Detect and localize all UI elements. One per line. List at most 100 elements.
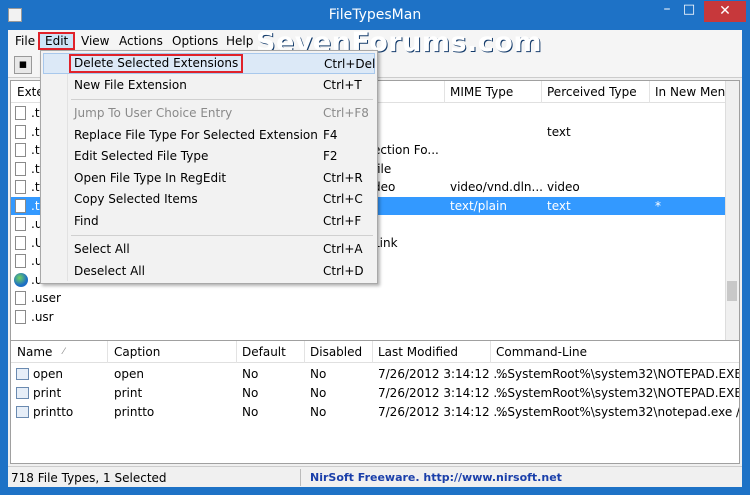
col-caption[interactable]: Caption <box>114 345 160 359</box>
menu-item-label: New File Extension <box>74 77 187 92</box>
col-default[interactable]: Default <box>242 345 286 359</box>
cell-caption: print <box>114 386 143 400</box>
menu-item-shortcut: Ctrl+Del <box>324 57 376 71</box>
cell-mime-type: text/plain <box>450 198 507 213</box>
menu-item-shortcut: Ctrl+T <box>323 77 362 92</box>
cell-command-line: %SystemRoot%\system32\notepad.exe /pt "%… <box>496 405 740 419</box>
file-type-row[interactable]: .user <box>11 289 727 307</box>
nirsoft-link[interactable]: NirSoft Freeware. http://www.nirsoft.net <box>310 471 562 484</box>
file-icon <box>15 106 26 120</box>
menu-item-label: Deselect All <box>74 263 145 278</box>
cell-perceived-type: video <box>547 180 580 194</box>
link-icon <box>15 235 26 250</box>
menu-item-shortcut: Ctrl+F <box>323 213 362 228</box>
save-icon[interactable]: ▪ <box>14 56 32 74</box>
menu-item-select-all[interactable]: Select All Ctrl+A <box>43 239 375 260</box>
actions-list[interactable]: Name ⁄ Caption Default Disabled Last Mod… <box>10 340 740 464</box>
menu-separator <box>71 235 373 236</box>
menu-item-delete-selected-extensions[interactable]: Delete Selected Extensions Ctrl+Del <box>43 53 375 74</box>
cell-default: No <box>242 386 259 400</box>
cell-description: ection Fo... <box>373 143 439 157</box>
actions-header: Name ⁄ Caption Default Disabled Last Mod… <box>11 341 739 363</box>
cell-caption: open <box>114 367 144 381</box>
col-separator <box>372 341 373 363</box>
col-mime-type[interactable]: MIME Type <box>450 85 513 99</box>
cell-default: No <box>242 405 259 419</box>
col-separator <box>541 81 542 103</box>
menu-item-shortcut: F4 <box>323 127 338 142</box>
menu-item-copy-selected-items[interactable]: Copy Selected Items Ctrl+C <box>43 189 375 210</box>
menu-item-find[interactable]: Find Ctrl+F <box>43 211 375 232</box>
menu-item-shortcut: Ctrl+C <box>323 192 363 206</box>
file-icon <box>15 124 26 139</box>
menu-item-edit-selected-file-type[interactable]: Edit Selected File Type F2 <box>43 146 375 167</box>
menu-actions[interactable]: Actions <box>114 32 168 50</box>
cell-name: open <box>33 367 63 381</box>
command-icon <box>16 368 29 380</box>
menu-edit[interactable]: Edit <box>38 32 76 50</box>
action-row[interactable]: open open No No 7/26/2012 3:14:12 ... %System… <box>11 365 740 383</box>
scrollbar-thumb[interactable] <box>727 281 737 301</box>
col-name[interactable]: Name <box>17 345 52 359</box>
cell-mime-type: video/vnd.dln... <box>450 180 543 194</box>
cell-name: print <box>33 386 62 400</box>
cell-perceived-type: text <box>547 198 571 213</box>
command-icon <box>16 406 29 418</box>
menu-item-label: Open File Type In RegEdit <box>74 170 227 185</box>
col-last-modified[interactable]: Last Modified <box>378 345 458 359</box>
cell-disabled: No <box>310 405 327 419</box>
close-button[interactable]: ✕ <box>704 1 746 22</box>
cell-caption: printto <box>114 405 155 419</box>
col-perceived-type[interactable]: Perceived Type <box>547 85 637 99</box>
col-disabled[interactable]: Disabled <box>310 345 362 359</box>
cell-last-modified: 7/26/2012 3:14:12 ... <box>378 405 505 419</box>
file-icon <box>15 254 26 268</box>
cell-in-new-menu: * <box>655 198 661 213</box>
col-separator <box>649 81 650 103</box>
action-row[interactable]: print print No No 7/26/2012 3:14:12 ... %Syst… <box>11 384 739 402</box>
file-type-row[interactable]: .usr <box>11 308 727 326</box>
menu-item-shortcut: F2 <box>323 149 338 163</box>
menu-item-shortcut: Ctrl+R <box>323 170 363 185</box>
file-icon <box>15 198 26 213</box>
sort-icon: ⁄ <box>63 347 65 357</box>
menu-item-label: Delete Selected Extensions <box>69 54 244 73</box>
menu-item-label: Select All <box>74 242 130 256</box>
menu-item-new-file-extension[interactable]: New File Extension Ctrl+T <box>43 75 375 96</box>
menu-item-label: Replace File Type For Selected Extension <box>74 127 318 142</box>
menu-item-replace-file-type-for-selected-extension[interactable]: Replace File Type For Selected Extension… <box>43 125 375 146</box>
maximize-button[interactable]: □ <box>681 3 697 18</box>
file-icon <box>15 309 26 324</box>
window-title: FileTypesMan <box>328 7 422 23</box>
menu-item-shortcut: Ctrl+D <box>323 263 364 278</box>
menu-options[interactable]: Options <box>167 32 223 50</box>
menu-view[interactable]: View <box>76 32 114 50</box>
action-row[interactable]: printto printto No No 7/26/2012 3:14:12 ...%… <box>11 403 740 421</box>
menu-file[interactable]: File <box>10 32 40 50</box>
command-icon <box>16 387 29 399</box>
video-icon <box>15 180 26 194</box>
col-separator <box>107 341 108 363</box>
title-bar[interactable]: FileTypesMan – □ ✕ <box>0 0 750 30</box>
menu-item-label: Find <box>74 213 99 228</box>
cell-last-modified: 7/26/2012 3:14:12 ... <box>378 367 505 381</box>
col-in-new-menu[interactable]: In New Menu <box>655 85 733 99</box>
cell-command-line: %SystemRoot%\system32\NOTEPAD.EXE %1 <box>496 367 740 381</box>
menu-item-deselect-all[interactable]: Deselect All Ctrl+D <box>43 261 375 282</box>
cell-name: printto <box>33 405 74 419</box>
col-separator <box>490 341 491 363</box>
vertical-scrollbar[interactable] <box>725 81 739 351</box>
menu-help[interactable]: Help <box>221 32 258 50</box>
font-icon <box>15 143 26 157</box>
file-icon <box>15 291 26 305</box>
menu-item-open-file-type-in-regedit[interactable]: Open File Type In RegEdit Ctrl+R <box>43 168 375 189</box>
menu-item-label: Jump To User Choice Entry <box>74 106 233 120</box>
cell-extension: .usr <box>31 309 54 324</box>
menu-separator <box>71 99 373 100</box>
minimize-button[interactable]: – <box>659 2 675 18</box>
status-count: 718 File Types, 1 Selected <box>11 471 167 485</box>
col-command-line[interactable]: Command-Line <box>496 345 587 359</box>
menu-item-label: Edit Selected File Type <box>74 149 209 163</box>
file-icon <box>15 217 26 231</box>
col-separator <box>444 81 445 103</box>
